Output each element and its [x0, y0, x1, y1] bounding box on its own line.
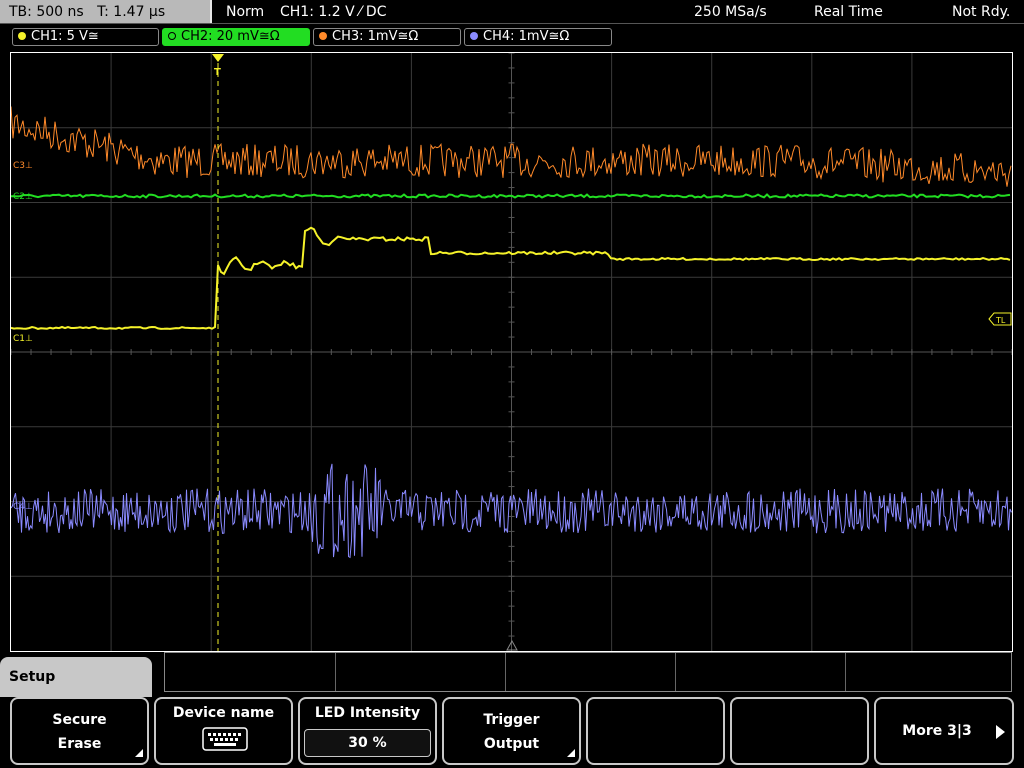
- strip-divider: [505, 653, 506, 691]
- waveform-display[interactable]: C3⊥ C2⊥ C1⊥ C4⊥ TL T: [10, 52, 1013, 652]
- softkey-empty-5[interactable]: [586, 697, 725, 765]
- ch1-label: CH1: 5 V≅: [31, 29, 99, 44]
- timebase-box[interactable]: TB: 500 ns T: 1.47 µs: [0, 0, 212, 24]
- ch3-color-dot: [319, 32, 327, 40]
- softkey-empty-6[interactable]: [730, 697, 869, 765]
- softkey-label: More 3|3: [902, 723, 972, 739]
- trigger-output-button[interactable]: Trigger Output: [442, 697, 581, 765]
- sample-rate: 250 MSa/s: [694, 4, 767, 20]
- ch3-label: CH3: 1mV≅Ω: [332, 29, 419, 44]
- submenu-indicator-icon: [135, 749, 143, 757]
- ch2-trace: [11, 193, 1011, 199]
- trigger-mode[interactable]: Norm: [226, 0, 264, 24]
- acquisition-mode: Real Time: [814, 4, 883, 20]
- ch4-color-dot: [470, 32, 478, 40]
- strip-divider: [335, 653, 336, 691]
- led-intensity-value[interactable]: 30 %: [304, 729, 431, 757]
- status-divider: [0, 23, 1024, 24]
- menu-title-tab: Setup: [0, 657, 152, 697]
- next-page-icon: [996, 725, 1005, 739]
- softkey-label: Device name: [172, 705, 275, 721]
- submenu-indicator-icon: [567, 749, 575, 757]
- timebase-label: TB: 500 ns: [9, 4, 84, 20]
- tab-ch2[interactable]: CH2: 20 mV≅Ω: [162, 28, 310, 46]
- ch2-color-dot: [168, 32, 176, 40]
- trigger-position-label: T: [214, 67, 221, 78]
- ready-state: Not Rdy.: [952, 4, 1011, 20]
- trigger-position-arrow[interactable]: [212, 54, 224, 62]
- grid: [11, 53, 1012, 651]
- tab-ch1[interactable]: CH1: 5 V≅: [12, 28, 159, 46]
- device-name-button[interactable]: Device name: [154, 697, 293, 765]
- softkey-label: Erase: [57, 736, 102, 752]
- info-strip: [164, 652, 1012, 692]
- strip-divider: [845, 653, 846, 691]
- ch1-color-dot: [18, 32, 26, 40]
- ch2-label: CH2: 20 mV≅Ω: [181, 29, 280, 44]
- tab-ch4[interactable]: CH4: 1mV≅Ω: [464, 28, 612, 46]
- ch4-marker[interactable]: C4⊥: [13, 502, 33, 512]
- secure-erase-button[interactable]: Secure Erase: [10, 697, 149, 765]
- tab-ch3[interactable]: CH3: 1mV≅Ω: [313, 28, 461, 46]
- softkey-label: Output: [483, 736, 540, 752]
- trigger-level-label: TL: [995, 316, 1006, 325]
- more-button[interactable]: More 3|3: [874, 697, 1014, 765]
- ch1-marker[interactable]: C1⊥: [13, 334, 33, 344]
- waveform-canvas: C3⊥ C2⊥ C1⊥ C4⊥ TL T: [11, 53, 1012, 651]
- menu-title: Setup: [9, 669, 56, 685]
- trigger-info[interactable]: CH1: 1.2 V ⁄ DC: [280, 0, 386, 24]
- softkey-label: Trigger: [483, 712, 540, 728]
- softkey-label: Secure: [52, 712, 107, 728]
- keyboard-icon: [202, 727, 248, 751]
- ch4-label: CH4: 1mV≅Ω: [483, 29, 570, 44]
- led-intensity-button[interactable]: LED Intensity 30 %: [298, 697, 437, 765]
- trigger-time-label: T: 1.47 µs: [97, 4, 166, 20]
- ch1-trace: [11, 226, 1011, 330]
- strip-divider: [675, 653, 676, 691]
- softkey-label: LED Intensity: [314, 705, 421, 721]
- ch3-marker[interactable]: C3⊥: [13, 161, 33, 171]
- ch2-marker[interactable]: C2⊥: [13, 192, 33, 202]
